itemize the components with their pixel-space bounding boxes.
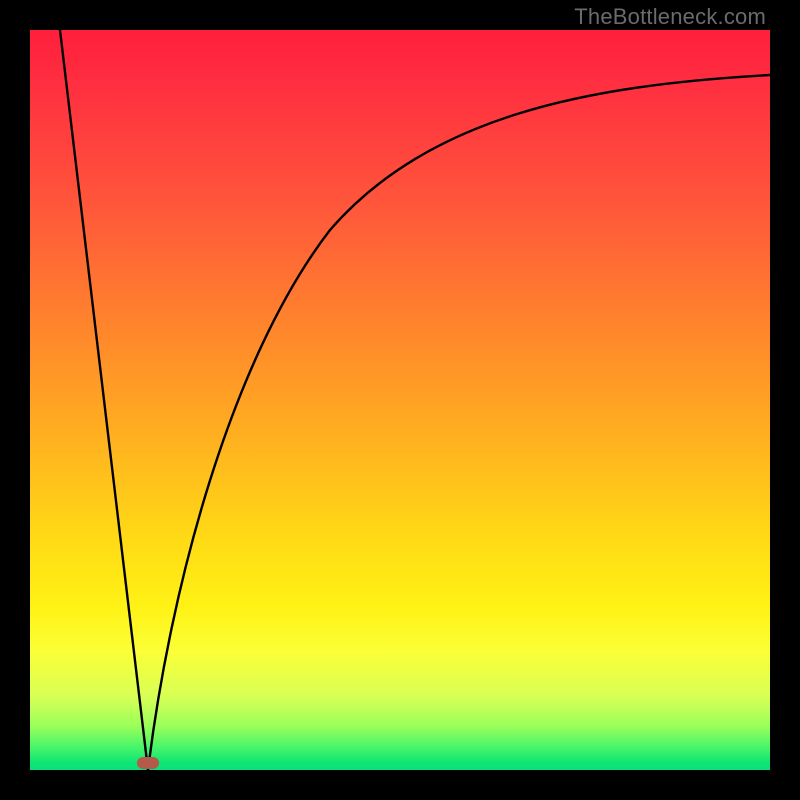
right-curve <box>148 75 770 770</box>
left-curve <box>60 30 148 770</box>
chart-frame: TheBottleneck.com <box>0 0 800 800</box>
min-marker <box>137 757 159 769</box>
watermark-text: TheBottleneck.com <box>574 4 766 30</box>
plot-area <box>30 30 770 770</box>
curve-layer <box>30 30 770 770</box>
